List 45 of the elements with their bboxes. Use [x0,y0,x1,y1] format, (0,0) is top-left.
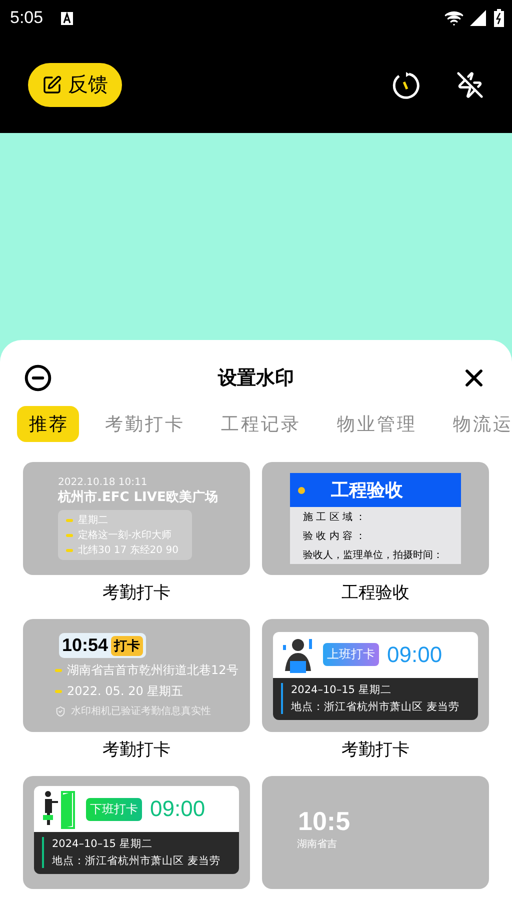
template-label: 考勤打卡 [102,582,170,605]
feedback-button[interactable]: 反馈 [28,62,122,106]
template-label: 考勤打卡 [102,739,170,762]
dot-icon [298,486,305,494]
detail-line: 2024–10–15 星期二 [52,837,154,851]
preview-place: 杭州市.EFC LIVE欧美广场 [58,488,218,506]
dash-icon [66,518,73,522]
form-field-label: 验收人，监理单位，拍摄时间： [302,548,444,563]
dash-icon [55,669,62,672]
punch-tag: 打卡 [111,636,144,656]
detail-line: 地点：浙江省杭州市萧山区 麦当劳 [291,700,460,714]
form-title: 工程验收 [331,479,403,502]
dash-icon [55,690,62,693]
signal-icon [470,10,486,26]
collapse-icon[interactable] [24,364,52,392]
punch-time: 10:5 [298,806,350,837]
watermark-preview[interactable]: 工程验收 施 工 区 域 ： 验 收 内 容 ： 验收人，监理单位，拍摄时间： [262,462,489,575]
template-label: 工程验收 [342,582,410,605]
shield-check-icon [55,706,66,716]
clock-time: 09:00 [387,642,442,668]
preview-line: 湖南省吉 [297,838,337,851]
preview-datetime: 2022.10.18 10:11 [58,477,148,488]
detail-line: 地点：浙江省杭州市萧山区 麦当劳 [52,854,222,868]
category-tab[interactable]: 推荐 [17,406,79,442]
clock-time: 09:00 [150,796,206,822]
dash-icon [66,548,73,552]
preview-line: 2022. 05. 20 星期五 [67,683,184,700]
edit-icon [42,74,62,94]
person-at-door-icon [42,789,78,829]
watermark-preview[interactable]: 下班打卡 09:00 2024–10–15 星期二 地点：浙江省杭州市萧山区 麦当劳 [23,776,250,889]
sheet-title: 设置水印 [218,366,294,391]
watermark-preview[interactable]: 上班打卡 09:00 2024–10–15 星期二 地点：浙江省杭州市萧山区 麦当劳 [262,619,489,732]
template-label: 考勤打卡 [342,739,410,762]
dash-icon [66,534,73,536]
detail-line: 2024–10–15 星期二 [291,682,392,696]
punch-time: 10:54 [62,635,108,656]
form-field-label: 验 收 内 容 ： [302,530,367,544]
status-time: 5:05 [10,8,44,28]
clock-tag: 上班打卡 [323,643,379,666]
battery-icon [494,9,504,27]
form-field-label: 施 工 区 域 ： [302,510,367,525]
notification-icon [61,12,74,24]
flash-off-icon[interactable] [456,70,484,98]
clock-tag: 下班打卡 [86,798,142,820]
preview-line: 湖南省吉首市乾州街道北巷12号 [67,662,238,679]
